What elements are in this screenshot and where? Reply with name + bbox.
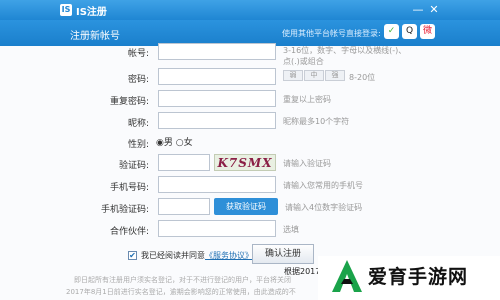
agree-checkbox[interactable]: ✔ <box>128 251 137 260</box>
gender-female-radio[interactable]: ○ <box>176 138 184 148</box>
confirm-password-input[interactable] <box>158 90 276 107</box>
gender-female-label: 女 <box>183 138 193 148</box>
notice-line-2: 2017年8月1日前进行实名登记，逾期会影响您的正常使用，由此造成的不 <box>66 288 296 296</box>
gender-label: 性别: <box>127 140 149 150</box>
confirm-password-label: 重复密码: <box>109 97 149 107</box>
strength-strong: 强 <box>325 70 345 81</box>
other-login-hint: 使用其他平台帐号直接登录: <box>282 29 381 38</box>
minimize-button[interactable]: — <box>410 2 426 17</box>
watermark-text: 爱育手游网 <box>368 266 469 288</box>
confirm-password-tip: 重复以上密码 <box>283 95 331 104</box>
gender-male-label: 男 <box>163 138 173 148</box>
notice-line-1: 即日起所有注册用户须实名登记，对于不进行登记的用户，平台将关闭 <box>74 276 291 284</box>
phone-label: 手机号码: <box>109 183 149 193</box>
get-sms-code-button[interactable]: 获取验证码 <box>214 198 278 215</box>
gender-male-radio[interactable]: ◉ <box>156 138 164 148</box>
sms-code-label: 手机验证码: <box>100 205 149 215</box>
captcha-image[interactable]: K7SMX <box>214 154 276 171</box>
partner-tip: 选填 <box>283 225 299 234</box>
nickname-tip: 昵称最多10个字符 <box>283 117 350 126</box>
agree-text: 我已经阅读并同意 <box>141 251 205 260</box>
partner-label: 合作伙伴: <box>109 227 149 237</box>
phone-tip: 请输入您常用的手机号 <box>283 181 363 190</box>
partner-input[interactable] <box>158 220 276 237</box>
account-tip-line1: 3-16位，数字、字母以及横线(-)、 <box>283 46 407 55</box>
account-label: 帐号: <box>127 49 149 59</box>
sms-code-tip: 请输入4位数字验证码 <box>285 203 363 212</box>
close-button[interactable]: ✕ <box>426 2 442 17</box>
watermark-logo-icon <box>332 260 362 292</box>
captcha-input[interactable] <box>158 154 210 171</box>
strength-medium: 中 <box>304 70 324 81</box>
weibo-login-icon[interactable]: 微 <box>420 24 435 39</box>
strength-weak: 弱 <box>283 70 303 81</box>
qq-login-icon[interactable]: Q <box>402 24 417 39</box>
app-logo-icon: IS <box>60 4 72 16</box>
gender-radio-group: ◉男 ○女 <box>156 135 193 148</box>
password-label: 密码: <box>127 75 149 85</box>
service-agreement-link[interactable]: 《服务协议》 <box>205 250 253 261</box>
window-title: IS注册 <box>76 7 107 18</box>
captcha-label: 验证码: <box>118 161 149 171</box>
phone-input[interactable] <box>158 176 276 193</box>
page-title: 注册新帐号 <box>70 31 120 42</box>
wechat-login-icon[interactable]: ✓ <box>384 24 399 39</box>
password-tip: 8-20位 <box>349 73 376 82</box>
title-bar: IS IS注册 — ✕ <box>0 0 500 20</box>
sms-code-input[interactable] <box>158 198 210 215</box>
nickname-input[interactable] <box>158 112 276 129</box>
confirm-register-button[interactable]: 确认注册 <box>252 244 314 264</box>
captcha-tip: 请输入验证码 <box>283 159 331 168</box>
nickname-label: 昵称: <box>127 119 149 129</box>
password-input[interactable] <box>158 68 276 85</box>
account-input[interactable] <box>158 43 276 60</box>
account-tip-line2: 点(.)或组合 <box>283 57 324 66</box>
